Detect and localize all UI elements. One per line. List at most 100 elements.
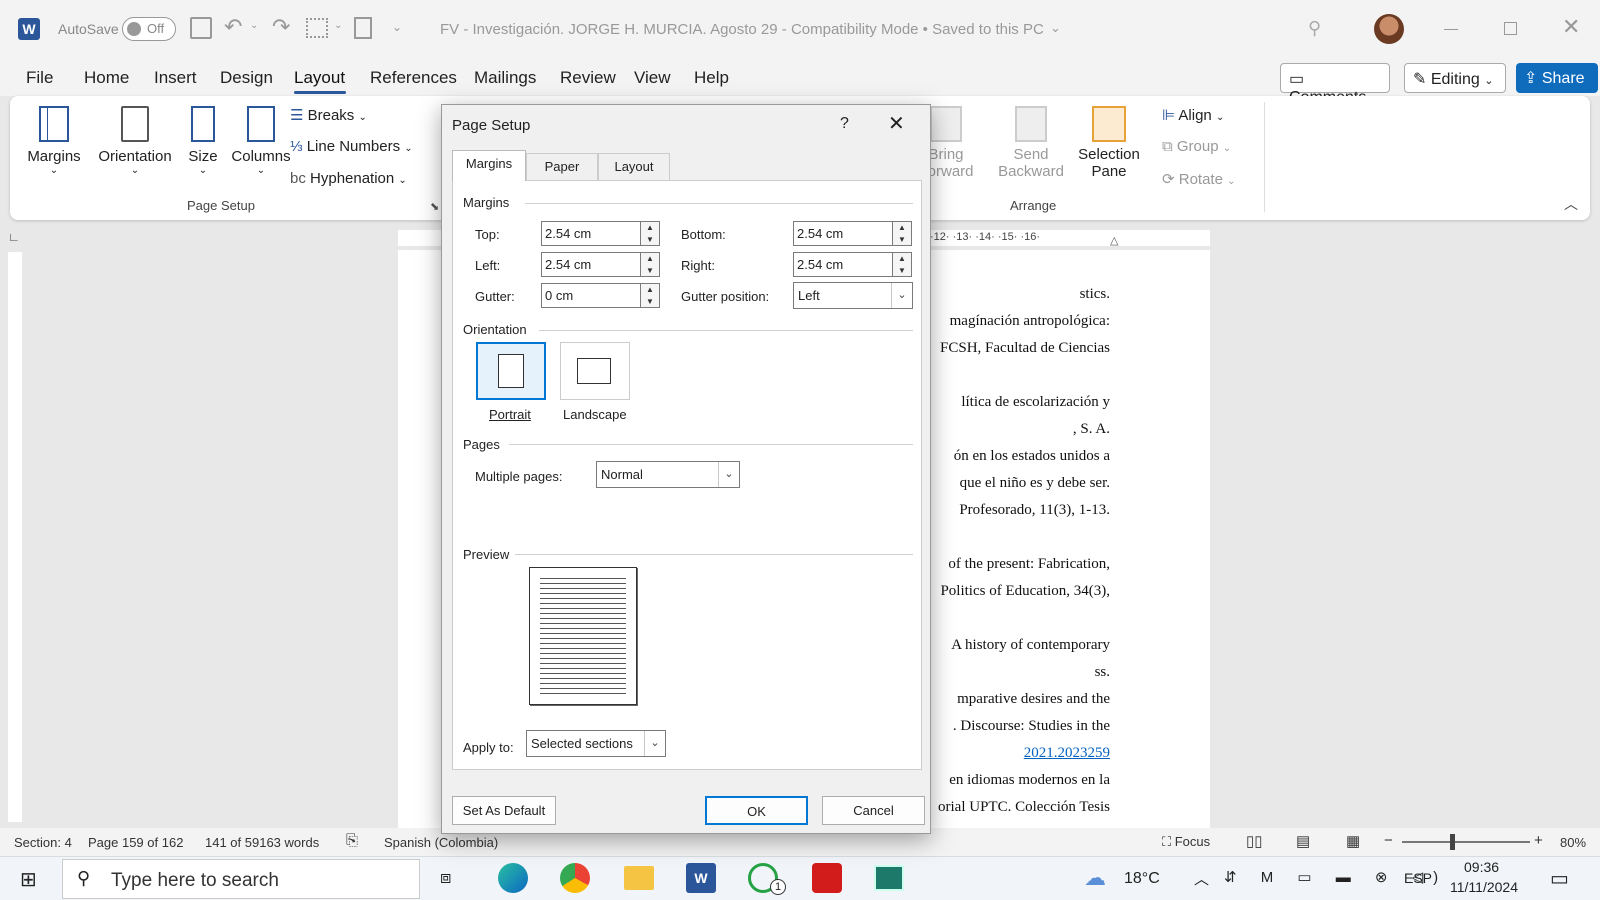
save-icon[interactable] (190, 17, 212, 39)
tray-chevron-icon[interactable]: ︿ (1194, 868, 1209, 889)
edge-icon[interactable] (498, 863, 528, 893)
bottom-margin-input[interactable]: 2.54 cm (793, 221, 893, 246)
zoom-slider[interactable] (1402, 834, 1530, 850)
clock-time[interactable]: 09:36 (1464, 859, 1499, 875)
draw-table-dropdown-icon[interactable]: ⌄ (334, 20, 342, 31)
undo-icon[interactable]: ↶ (224, 14, 242, 40)
autosave-toggle[interactable]: Off (122, 17, 176, 41)
input-language[interactable]: ESP (1404, 870, 1432, 886)
top-margin-input[interactable]: 2.54 cm (541, 221, 641, 246)
gutter-position-select[interactable]: Left ⌄ (793, 282, 913, 309)
zoom-in-icon[interactable]: + (1534, 832, 1543, 849)
right-indent-marker[interactable]: △ (1110, 234, 1118, 247)
ok-button[interactable]: OK (705, 796, 808, 825)
chrome-icon[interactable] (560, 863, 590, 893)
print-layout-icon[interactable]: ▤ (1296, 832, 1310, 850)
collapse-ribbon-icon[interactable]: ︿ (1564, 194, 1578, 214)
tab-selector-icon[interactable]: ∟ (8, 230, 20, 244)
share-button[interactable]: ⇪ Share (1516, 63, 1598, 93)
align-button[interactable]: ⊫ Align ⌄ (1162, 106, 1224, 124)
windows-start-icon[interactable]: ⊞ (20, 867, 37, 892)
section-indicator[interactable]: Section: 4 (14, 835, 72, 850)
multiple-pages-select[interactable]: Normal ⌄ (596, 461, 740, 488)
zoom-level[interactable]: 80% (1560, 835, 1586, 850)
apply-to-select[interactable]: Selected sections ⌄ (526, 730, 666, 757)
web-layout-icon[interactable]: ▦ (1346, 832, 1360, 850)
tab-home[interactable]: Home (84, 68, 129, 88)
line-numbers-button[interactable]: ⅓ Line Numbers ⌄ (290, 138, 413, 155)
hyphenation-button[interactable]: bc Hyphenation ⌄ (290, 170, 407, 187)
right-margin-input[interactable]: 2.54 cm (793, 252, 893, 277)
tab-file[interactable]: File (26, 68, 53, 88)
tab-references[interactable]: References (370, 68, 457, 88)
draw-table-icon[interactable] (306, 18, 328, 38)
tab-layout[interactable]: Layout (294, 68, 345, 88)
dialog-close-icon[interactable]: ✕ (888, 111, 905, 136)
set-as-default-button[interactable]: Set As Default (452, 796, 556, 825)
columns-button[interactable]: Columns ⌄ (226, 106, 296, 176)
taskbar-search[interactable]: ⚲ Type here to search (62, 859, 420, 899)
close-icon[interactable]: ✕ (1562, 14, 1580, 40)
word-count[interactable]: 141 of 59163 words (205, 835, 319, 850)
avatar[interactable] (1374, 14, 1404, 44)
document-text-line: , S. A. (1072, 421, 1110, 437)
left-margin-spinner[interactable]: ▲ ▼ (640, 252, 660, 277)
size-button[interactable]: Size ⌄ (178, 106, 228, 176)
print-preview-icon[interactable] (354, 17, 372, 39)
proofing-icon[interactable]: ⎘ (346, 832, 358, 849)
page-setup-launcher-icon[interactable]: ⬊ (430, 200, 439, 213)
document-text-line: stics. (1079, 286, 1110, 302)
acrobat-icon[interactable] (812, 863, 842, 893)
tab-paper[interactable]: Paper (526, 153, 598, 181)
clock-date[interactable]: 11/11/2024 (1450, 879, 1518, 895)
help-button[interactable]: ? (840, 115, 849, 133)
minimize-icon[interactable] (1444, 29, 1458, 30)
tab-view[interactable]: View (634, 68, 671, 88)
zoom-slider-thumb[interactable] (1450, 834, 1455, 850)
bottom-margin-spinner[interactable]: ▲ ▼ (892, 221, 912, 246)
read-mode-icon[interactable]: ▯▯ (1246, 832, 1263, 850)
zoom-out-icon[interactable]: − (1384, 832, 1393, 849)
document-text-line: . Discourse: Studies in the (952, 718, 1110, 734)
tab-design[interactable]: Design (220, 68, 273, 88)
top-margin-spinner[interactable]: ▲ ▼ (640, 221, 660, 246)
tab-insert[interactable]: Insert (154, 68, 197, 88)
language-indicator[interactable]: Spanish (Colombia) (384, 835, 498, 850)
right-margin-spinner[interactable]: ▲ ▼ (892, 252, 912, 277)
comments-button[interactable]: ▭ Comments (1280, 63, 1390, 106)
left-margin-input[interactable]: 2.54 cm (541, 252, 641, 277)
send-backward-button[interactable]: Send Backward (996, 106, 1066, 180)
word-taskbar-icon[interactable]: W (686, 863, 716, 893)
title-dropdown-icon[interactable]: ⌄ (1050, 20, 1061, 36)
restore-icon[interactable] (1504, 22, 1517, 35)
group-button[interactable]: ⧉ Group ⌄ (1162, 138, 1231, 155)
editing-button[interactable]: ✎ Editing ⌄ (1404, 63, 1506, 93)
landscape-option[interactable] (560, 342, 630, 400)
portrait-option[interactable] (476, 342, 546, 400)
selection-pane-button[interactable]: Selection Pane (1074, 106, 1144, 180)
cancel-button[interactable]: Cancel (822, 796, 925, 825)
gutter-input[interactable]: 0 cm (541, 283, 641, 308)
orientation-button[interactable]: Orientation ⌄ (90, 106, 180, 176)
focus-button[interactable]: ⛶ Focus (1162, 834, 1210, 850)
customize-qat-icon[interactable]: ⌄ (392, 20, 402, 34)
tab-mailings[interactable]: Mailings (474, 68, 536, 88)
margins-button[interactable]: Margins ⌄ (24, 106, 84, 176)
rotate-button[interactable]: ⟳ Rotate ⌄ (1162, 170, 1236, 188)
app-icon[interactable] (874, 865, 904, 891)
gutter-spinner[interactable]: ▲ ▼ (640, 283, 660, 308)
notifications-icon[interactable]: ▭ (1550, 866, 1569, 891)
page-indicator[interactable]: Page 159 of 162 (88, 835, 183, 850)
tab-layout[interactable]: Layout (598, 153, 670, 181)
tab-review[interactable]: Review (560, 68, 616, 88)
file-explorer-icon[interactable] (624, 866, 654, 890)
breaks-button[interactable]: ☰ Breaks ⌄ (290, 106, 367, 124)
undo-dropdown-icon[interactable]: ⌄ (250, 20, 258, 31)
search-icon[interactable]: ⚲ (1308, 18, 1321, 39)
temperature[interactable]: 18°C (1124, 870, 1160, 888)
weather-icon[interactable]: ☁ (1084, 865, 1106, 891)
task-view-icon[interactable]: ⧈ (440, 867, 451, 888)
tab-help[interactable]: Help (694, 68, 729, 88)
tab-margins[interactable]: Margins (452, 150, 526, 181)
redo-icon[interactable]: ↷ (272, 14, 290, 40)
